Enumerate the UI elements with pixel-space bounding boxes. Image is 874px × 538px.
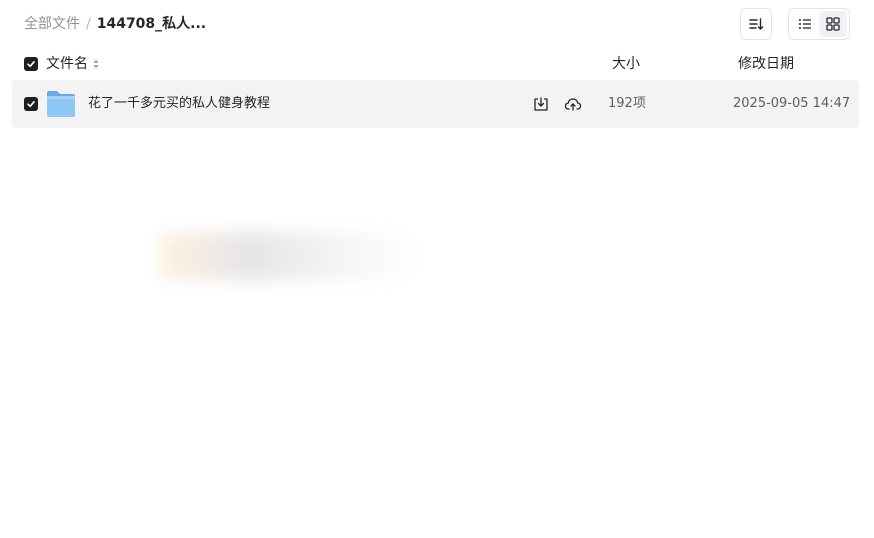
grid-view-icon (826, 17, 840, 31)
folder-icon (47, 91, 75, 117)
download-icon (534, 97, 548, 111)
column-header: 文件名 大小 修改日期 (0, 52, 874, 76)
file-browser: 全部文件 / 144708_私人... 文件名 大小 修改日期 花了一千多元买的… (0, 0, 874, 538)
list-view-icon (799, 19, 811, 29)
file-name[interactable]: 花了一千多元买的私人健身教程 (88, 95, 270, 113)
blurred-overlay (160, 232, 420, 280)
checkmark-icon (27, 100, 35, 108)
breadcrumb: 全部文件 / 144708_私人... (24, 15, 206, 33)
column-size-header[interactable]: 大小 (612, 52, 640, 76)
list-view-button[interactable] (791, 11, 819, 37)
header: 全部文件 / 144708_私人... (0, 0, 874, 48)
sort-arrows-icon (93, 59, 99, 69)
sort-icon (749, 18, 764, 30)
column-name-label: 文件名 (46, 56, 88, 72)
download-button[interactable] (531, 94, 551, 114)
sort-button[interactable] (740, 8, 772, 40)
file-size: 192项 (608, 96, 646, 111)
row-checkbox[interactable] (24, 97, 38, 111)
breadcrumb-current: 144708_私人... (96, 16, 207, 32)
column-name-header[interactable]: 文件名 (46, 52, 99, 76)
view-toggle (788, 8, 850, 40)
select-all-checkbox[interactable] (24, 57, 38, 71)
grid-view-button[interactable] (819, 11, 847, 37)
save-to-cloud-button[interactable] (563, 94, 583, 114)
checkmark-icon (27, 60, 35, 68)
column-date-header[interactable]: 修改日期 (738, 52, 794, 76)
breadcrumb-root[interactable]: 全部文件 (24, 15, 80, 33)
file-modified-date: 2025-09-05 14:47 (733, 96, 851, 111)
cloud-icon (564, 98, 582, 111)
file-row[interactable]: 花了一千多元买的私人健身教程 192项 2025-09-05 14:47 (12, 80, 859, 128)
breadcrumb-separator: / (86, 16, 91, 32)
